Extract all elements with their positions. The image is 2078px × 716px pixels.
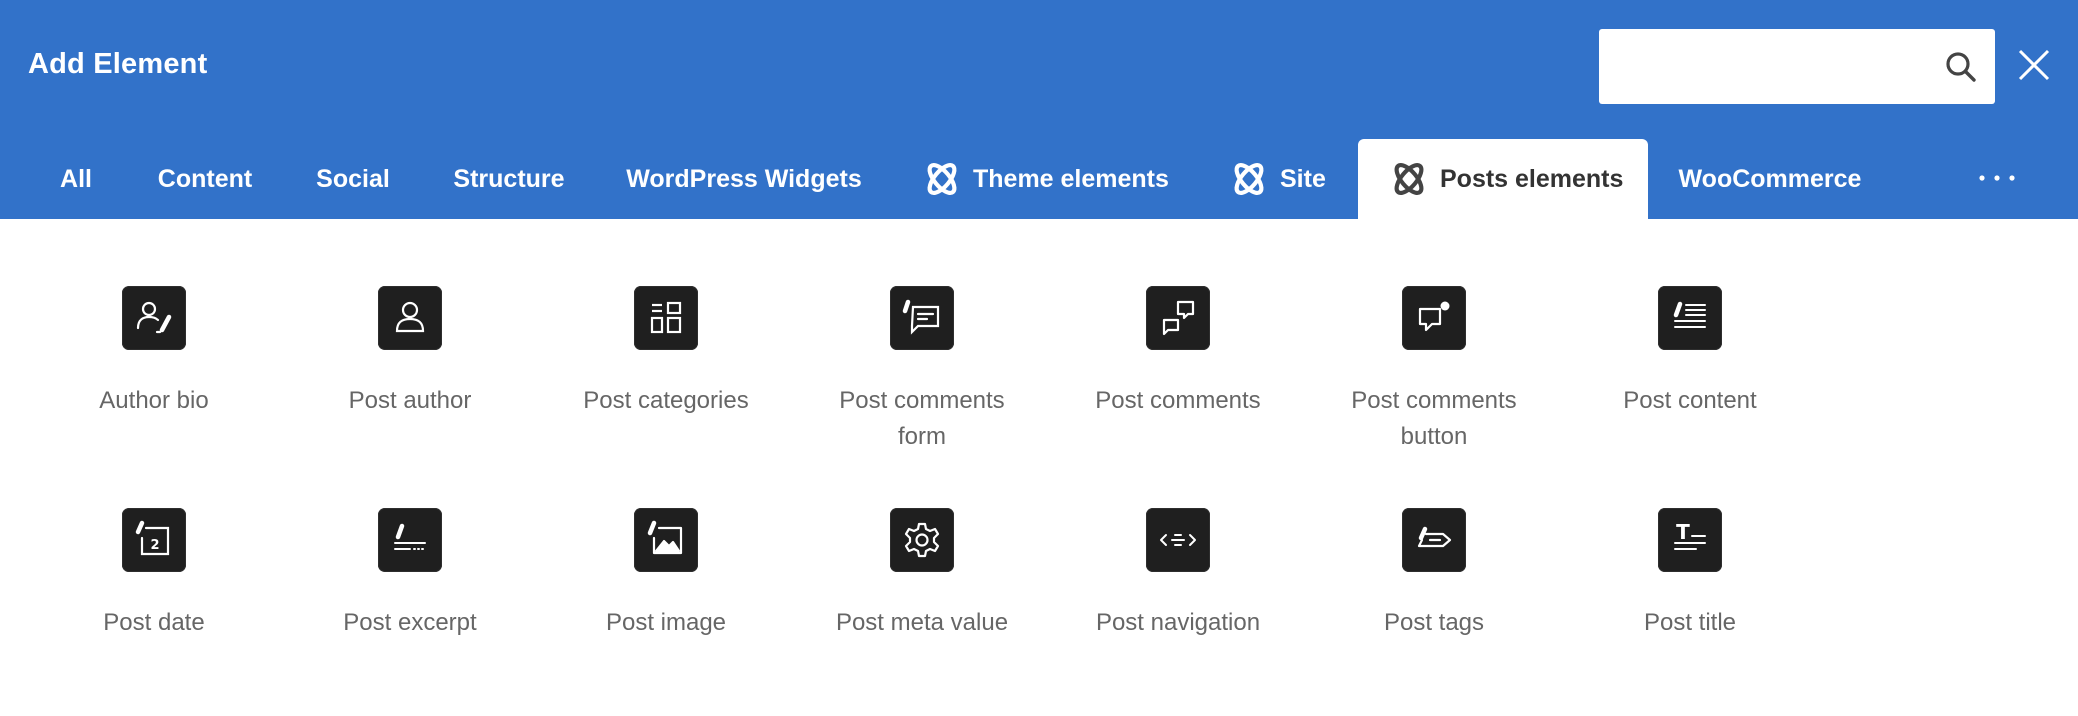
atom-logo-icon — [927, 163, 957, 195]
tab-label: Content — [157, 164, 253, 193]
element-label: Post content — [1623, 387, 1757, 414]
tab-social[interactable]: Social — [294, 139, 412, 219]
excerpt-icon — [378, 508, 442, 572]
tab-woocommerce[interactable]: WooCommerce — [1664, 139, 1876, 219]
navigation-arrows-icon — [1146, 508, 1210, 572]
element-author-bio[interactable]: Author bio — [26, 286, 282, 419]
categories-icon — [634, 286, 698, 350]
element-post-image[interactable]: Post image — [538, 508, 794, 641]
search-box[interactable] — [1599, 29, 1995, 104]
modal-title: Add Element — [28, 48, 208, 80]
tab-label: Theme elements — [973, 164, 1169, 193]
element-label: Post categories — [583, 387, 749, 414]
elements-grid: Author bio Post author Post categories P… — [0, 219, 2078, 716]
search-input[interactable] — [1599, 29, 1929, 104]
element-post-author[interactable]: Post author — [282, 286, 538, 419]
element-post-comments-form[interactable]: Post comments form — [794, 286, 1050, 455]
element-label: Post comments button — [1351, 387, 1517, 450]
close-icon[interactable] — [2016, 47, 2052, 83]
author-bio-icon — [122, 286, 186, 350]
element-post-comments[interactable]: Post comments — [1050, 286, 1306, 419]
element-label: Post comments form — [839, 387, 1005, 450]
element-post-date[interactable]: 2 Post date — [26, 508, 282, 641]
tab-all[interactable]: All — [36, 139, 116, 219]
element-label: Post date — [103, 609, 205, 636]
element-label: Post meta value — [835, 609, 1009, 636]
gear-icon — [890, 508, 954, 572]
tab-label: WooCommerce — [1678, 164, 1862, 193]
more-options-icon[interactable] — [1978, 172, 2016, 184]
element-post-content[interactable]: Post content — [1562, 286, 1818, 419]
title-t-icon: T — [1658, 508, 1722, 572]
category-tabs: All Content Social Structure WordPress W… — [0, 139, 2078, 219]
tag-icon — [1402, 508, 1466, 572]
element-post-navigation[interactable]: Post navigation — [1050, 508, 1306, 641]
search-icon[interactable] — [1944, 50, 1978, 84]
svg-text:2: 2 — [150, 538, 159, 553]
tab-theme-elements[interactable]: Theme elements — [922, 139, 1172, 219]
tab-label: WordPress Widgets — [626, 164, 862, 193]
element-post-tags[interactable]: Post tags — [1306, 508, 1562, 641]
tab-label: Structure — [453, 164, 565, 193]
tab-wordpress-widgets[interactable]: WordPress Widgets — [614, 139, 874, 219]
element-post-excerpt[interactable]: Post excerpt — [282, 508, 538, 641]
element-label: Post author — [348, 387, 472, 414]
element-post-categories[interactable]: Post categories — [538, 286, 794, 419]
element-label: Author bio — [99, 387, 209, 414]
modal-header: Add Element All Content Social Structure… — [0, 0, 2078, 219]
tab-content[interactable]: Content — [138, 139, 272, 219]
element-post-title[interactable]: T Post title — [1562, 508, 1818, 641]
comment-form-icon — [890, 286, 954, 350]
element-post-comments-button[interactable]: Post comments button — [1306, 286, 1562, 455]
tab-label: Site — [1280, 164, 1326, 193]
element-label: Post title — [1643, 609, 1737, 636]
tab-site[interactable]: Site — [1229, 139, 1339, 219]
tab-label: Social — [316, 164, 390, 193]
element-label: Post excerpt — [343, 609, 477, 636]
element-label: Post comments — [1095, 387, 1261, 414]
comment-notification-icon — [1402, 286, 1466, 350]
atom-logo-icon — [1394, 163, 1424, 195]
calendar-date-icon: 2 — [122, 508, 186, 572]
svg-text:T: T — [1676, 520, 1690, 544]
comments-icon — [1146, 286, 1210, 350]
element-post-meta-value[interactable]: Post meta value — [794, 508, 1050, 641]
tab-posts-elements[interactable]: Posts elements — [1358, 139, 1648, 219]
element-label: Post tags — [1383, 609, 1485, 636]
tab-structure[interactable]: Structure — [434, 139, 584, 219]
image-icon — [634, 508, 698, 572]
content-lines-icon — [1658, 286, 1722, 350]
element-label: Post navigation — [1095, 609, 1261, 636]
atom-logo-icon — [1234, 163, 1264, 195]
element-label: Post image — [605, 609, 727, 636]
tab-label: Posts elements — [1440, 164, 1624, 193]
person-icon — [378, 286, 442, 350]
tab-label: All — [60, 164, 92, 193]
